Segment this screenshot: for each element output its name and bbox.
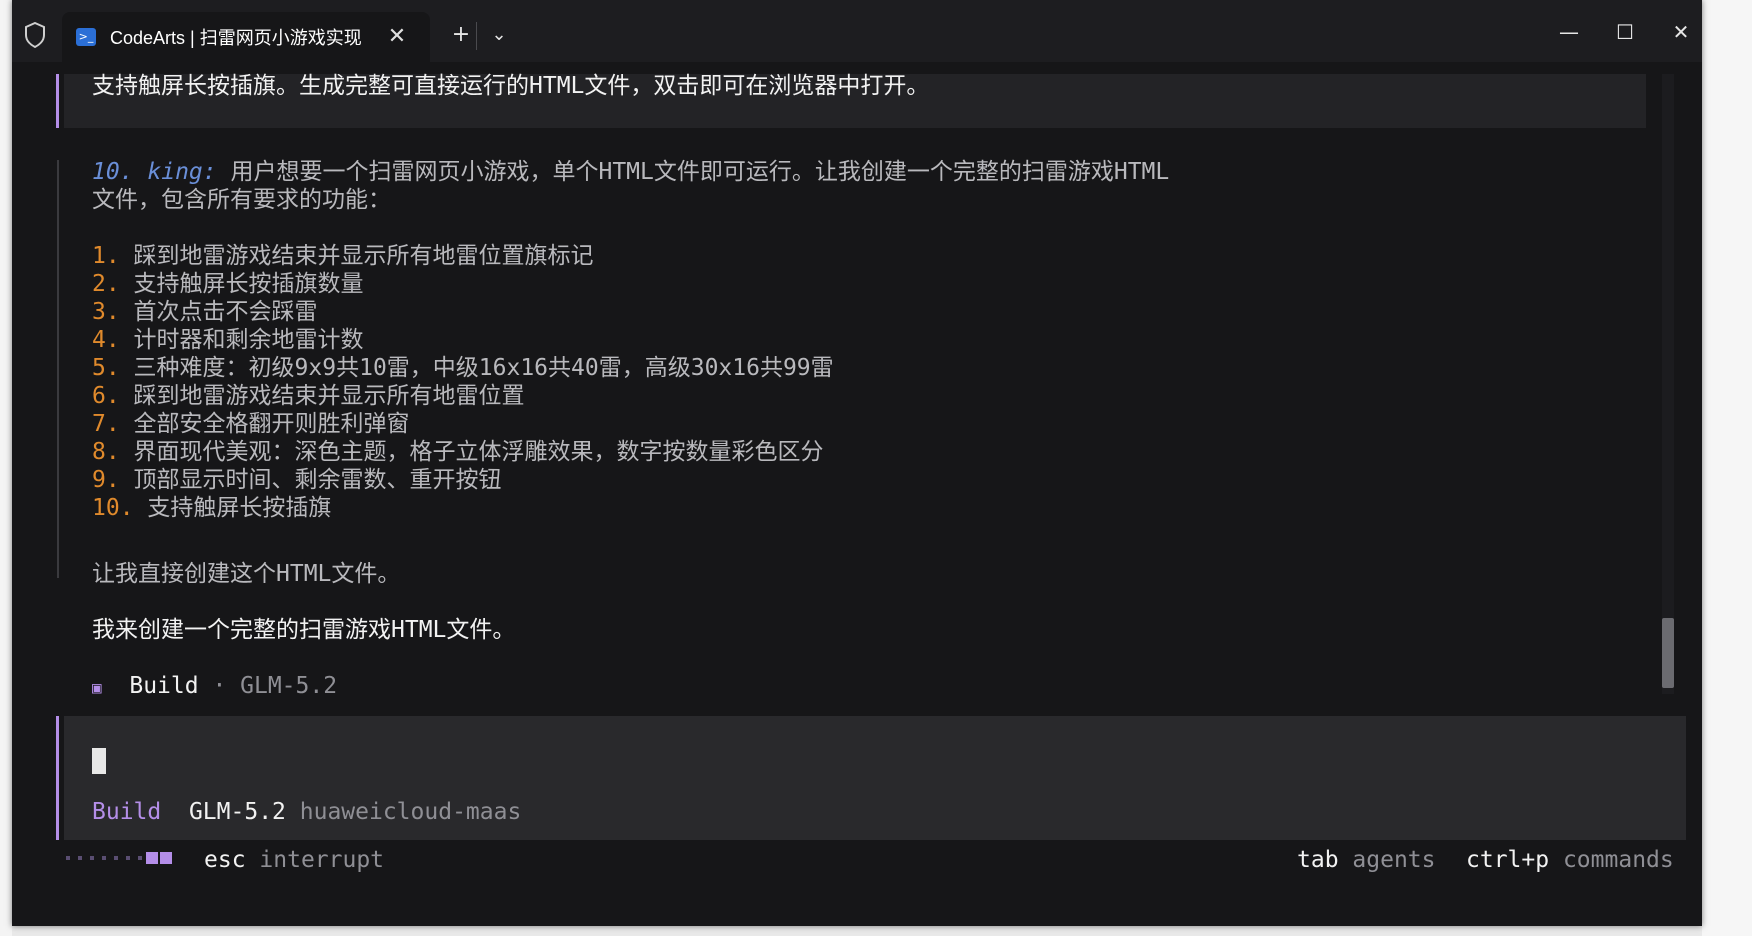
tab-key: tab (1297, 847, 1339, 873)
list-item-text: 支持触屏长按插旗 (133, 495, 332, 521)
list-item-number: 1. (92, 243, 120, 269)
input-status: Build GLM-5.2 huaweicloud-maas (92, 798, 521, 826)
scrollbar-thumb[interactable] (1662, 618, 1674, 688)
maximize-button[interactable]: ☐ (1602, 14, 1648, 50)
list-item-number: 7. (92, 411, 120, 437)
tab-active[interactable]: >_ CodeArts | 扫雷网页小游戏实现 ✕ (62, 12, 430, 62)
list-item: 10. 支持触屏长按插旗 (92, 494, 331, 522)
list-item-text: 支持触屏长按插旗数量 (119, 271, 364, 297)
list-item-number: 3. (92, 299, 120, 325)
input-model[interactable]: GLM-5.2 (189, 799, 286, 825)
esc-hint: esc interrupt (204, 846, 384, 874)
list-item: 1. 踩到地雷游戏结束并显示所有地雷位置旗标记 (92, 242, 594, 270)
powershell-icon: >_ (76, 28, 96, 46)
list-item: 9. 顶部显示时间、剩余雷数、重开按钮 (92, 466, 502, 494)
thinking-line-1: 用户想要一个扫雷网页小游戏，单个HTML文件即可运行。让我创建一个完整的扫雷游戏… (216, 159, 1170, 185)
list-item-number: 4. (92, 327, 120, 353)
build-separator: · (198, 673, 241, 699)
list-item-number: 9. (92, 467, 120, 493)
list-item-text: 计时器和剩余地雷计数 (119, 327, 364, 353)
build-status: ▣ Build · GLM-5.2 (92, 672, 337, 700)
prompt-text: 支持触屏长按插旗。生成完整可直接运行的HTML文件，双击即可在浏览器中打开。 (92, 73, 930, 99)
list-item: 8. 界面现代美观：深色主题，格子立体浮雕效果，数字按数量彩色区分 (92, 438, 824, 466)
esc-key: esc (204, 847, 246, 873)
list-item: 5. 三种难度：初级9x9共10雷，中级16x16共40雷，高级30x16共99… (92, 354, 834, 382)
tab-action: agents (1352, 847, 1436, 873)
commands-hint: ctrl+p commands (1466, 846, 1674, 874)
titlebar-divider (476, 22, 477, 50)
close-window-button[interactable]: ✕ (1658, 14, 1704, 50)
list-item-text: 三种难度：初级9x9共10雷，中级16x16共40雷，高级30x16共99雷 (119, 355, 834, 381)
title-bar: >_ CodeArts | 扫雷网页小游戏实现 ✕ + ⌄ — ☐ ✕ (12, 0, 1702, 62)
progress-indicator (66, 852, 176, 866)
assistant-reply: 我来创建一个完整的扫雷游戏HTML文件。 (92, 617, 516, 643)
scrollbar-track[interactable] (1662, 74, 1674, 694)
close-tab-icon[interactable]: ✕ (384, 24, 410, 50)
thinking-closing: 让我直接创建这个HTML文件。 (92, 561, 401, 587)
list-item: 3. 首次点击不会踩雷 (92, 298, 318, 326)
list-item-number: 10. (92, 495, 134, 521)
build-model: GLM-5.2 (240, 673, 338, 699)
list-item-number: 8. (92, 439, 120, 465)
list-item-text: 踩到地雷游戏结束并显示所有地雷位置旗标记 (119, 243, 594, 269)
thinking-bar (57, 160, 59, 578)
ctrlp-action: commands (1562, 847, 1674, 873)
thinking-line-2: 文件，包含所有要求的功能： (92, 187, 391, 213)
list-item-text: 顶部显示时间、剩余雷数、重开按钮 (119, 467, 502, 493)
ctrlp-key: ctrl+p (1466, 847, 1550, 873)
list-item-number: 6. (92, 383, 120, 409)
esc-action: interrupt (259, 847, 385, 873)
list-item: 4. 计时器和剩余地雷计数 (92, 326, 364, 354)
list-item-text: 首次点击不会踩雷 (119, 299, 318, 325)
build-mode: Build (129, 673, 199, 699)
list-item-number: 5. (92, 355, 120, 381)
text-cursor (92, 748, 106, 774)
tab-title: CodeArts | 扫雷网页小游戏实现 (110, 28, 362, 48)
shield-icon (25, 22, 45, 48)
list-item: 6. 踩到地雷游戏结束并显示所有地雷位置 (92, 382, 525, 410)
input-provider: huaweicloud-maas (299, 799, 522, 825)
background-window-left (0, 0, 12, 936)
list-item-text: 全部安全格翻开则胜利弹窗 (119, 411, 410, 437)
thinking-first-line: 10. king: 用户想要一个扫雷网页小游戏，单个HTML文件即可运行。让我创… (92, 158, 1169, 186)
list-item-text: 界面现代美观：深色主题，格子立体浮雕效果，数字按数量彩色区分 (119, 439, 824, 465)
input-accent-bar (56, 716, 59, 840)
minimize-button[interactable]: — (1546, 14, 1592, 50)
list-item: 2. 支持触屏长按插旗数量 (92, 270, 364, 298)
background-window-right (1702, 0, 1752, 936)
terminal-content: 支持触屏长按插旗。生成完整可直接运行的HTML文件，双击即可在浏览器中打开。 1… (12, 62, 1702, 926)
list-item-number: 2. (92, 271, 120, 297)
input-mode[interactable]: Build (92, 799, 161, 825)
list-item-text: 踩到地雷游戏结束并显示所有地雷位置 (119, 383, 525, 409)
tab-hint: tab agents (1297, 846, 1436, 874)
build-icon: ▣ (92, 678, 102, 697)
chevron-down-icon[interactable]: ⌄ (486, 20, 512, 50)
prompt-accent-bar (56, 74, 59, 128)
list-item: 7. 全部安全格翻开则胜利弹窗 (92, 410, 410, 438)
thinking-label: 10. king: (92, 159, 217, 185)
new-tab-button[interactable]: + (448, 20, 474, 50)
terminal-window: >_ CodeArts | 扫雷网页小游戏实现 ✕ + ⌄ — ☐ ✕ 支持触屏… (12, 0, 1702, 926)
